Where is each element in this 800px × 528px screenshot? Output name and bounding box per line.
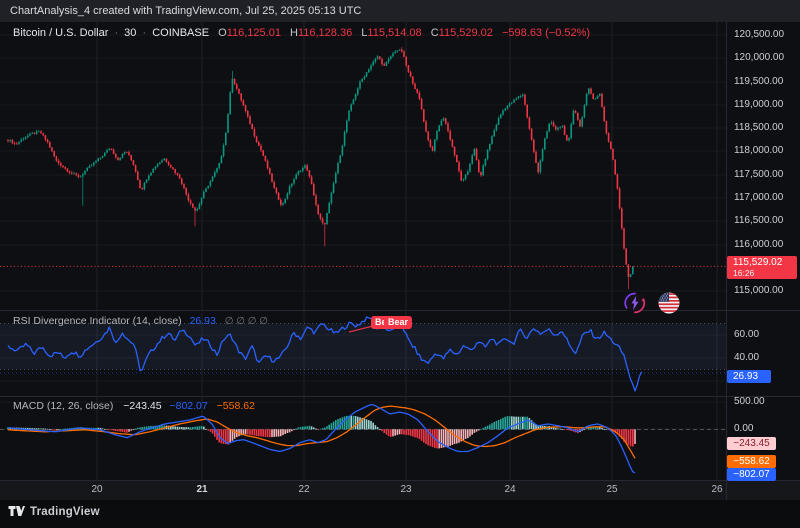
tradingview-chart-snapshot: ChartAnalysis_4 created with TradingView… xyxy=(0,0,800,528)
macd-axis-tick: 0.00 xyxy=(734,423,753,434)
price-axis-tick: 116,500.00 xyxy=(734,215,783,226)
price-axis-tick: 116,000.00 xyxy=(734,239,783,250)
macd-hist-badge: −243.45 xyxy=(727,437,776,450)
tradingview-logo[interactable]: TradingView xyxy=(8,505,100,518)
price-axis-tick: 117,000.00 xyxy=(734,192,783,203)
tradingview-logo-icon xyxy=(8,505,25,518)
time-axis-tick: 25 xyxy=(592,484,632,495)
rsi-axis-tick: 60.00 xyxy=(734,329,759,340)
symbol-exchange: COINBASE xyxy=(152,27,209,39)
macd-signal-value: −558.62 xyxy=(217,400,255,412)
time-axis-tick: 23 xyxy=(386,484,426,495)
macd-line-badge: −802.07 xyxy=(727,468,776,481)
open-value: 116,125.01 xyxy=(227,27,281,39)
close-label: C xyxy=(431,27,439,39)
bear-divergence-label: Bear xyxy=(384,316,412,329)
macd-line-value: −802.07 xyxy=(169,400,207,412)
snapshot-title-bar: ChartAnalysis_4 created with TradingView… xyxy=(0,0,800,22)
time-axis-tick: 21 xyxy=(182,484,222,495)
chart-canvas[interactable] xyxy=(0,0,800,528)
price-axis-tick: 119,000.00 xyxy=(734,99,783,110)
last-price-time: 16:26 xyxy=(733,269,797,277)
close-value: 115,529.02 xyxy=(439,27,493,39)
symbol-legend: Bitcoin / U.S. Dollar · 30 · COINBASE O1… xyxy=(13,27,590,39)
rsi-axis-tick: 40.00 xyxy=(734,352,759,363)
price-axis-tick: 118,500.00 xyxy=(734,122,783,133)
open-label: O xyxy=(218,27,227,39)
time-axis-tick: 24 xyxy=(490,484,530,495)
high-value: 116,128.36 xyxy=(298,27,352,39)
rsi-title: RSI Divergence Indicator (14, close) xyxy=(13,315,182,327)
price-axis-tick: 115,000.00 xyxy=(734,285,783,296)
price-axis-tick: 117,500.00 xyxy=(734,169,783,180)
time-axis-tick: 20 xyxy=(77,484,117,495)
snapshot-title: ChartAnalysis_4 created with TradingView… xyxy=(10,5,361,17)
us-flag-icon xyxy=(657,291,681,315)
change-value: −598.63 (−0.52%) xyxy=(502,27,590,39)
macd-signal-badge: −558.62 xyxy=(727,455,776,468)
macd-hist-value: −243.45 xyxy=(123,400,161,412)
macd-axis-tick: 500.00 xyxy=(734,396,765,407)
tradingview-logo-text: TradingView xyxy=(30,506,100,518)
symbol-name: Bitcoin / U.S. Dollar xyxy=(13,27,108,39)
high-label: H xyxy=(290,27,298,39)
macd-title: MACD (12, 26, close) xyxy=(13,400,113,412)
time-axis-tick: 22 xyxy=(284,484,324,495)
low-value: 115,514.08 xyxy=(367,27,421,39)
rsi-value-badge: 26.93 xyxy=(727,370,771,383)
symbol-interval: 30 xyxy=(124,27,136,39)
separator-dot: · xyxy=(114,27,118,39)
separator-dot: · xyxy=(142,27,146,39)
price-axis-tick: 120,500.00 xyxy=(734,29,784,40)
last-price-badge: 115,529.02 16:26 xyxy=(727,256,797,279)
rsi-empty-markers: ∅ ∅ ∅ ∅ xyxy=(225,316,268,327)
macd-pane-header: MACD (12, 26, close) −243.45 −802.07 −55… xyxy=(13,400,255,412)
refresh-bolt-icon xyxy=(623,291,647,315)
price-axis-tick: 119,500.00 xyxy=(734,76,783,87)
price-axis-tick: 118,000.00 xyxy=(734,145,783,156)
time-axis-tick: 26 xyxy=(697,484,737,495)
rsi-pane-header: RSI Divergence Indicator (14, close) 26.… xyxy=(13,315,268,327)
price-axis-tick: 120,000.00 xyxy=(734,52,784,63)
rsi-value: 26.93 xyxy=(190,315,216,327)
